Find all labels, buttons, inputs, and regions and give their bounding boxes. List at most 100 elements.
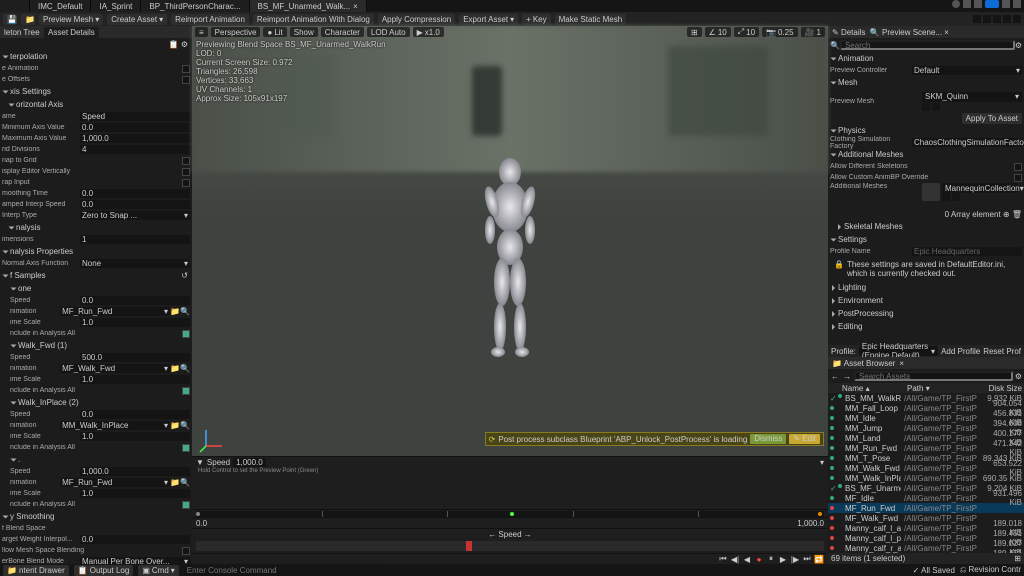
dim-input[interactable]: 1 (80, 235, 190, 244)
snap-check[interactable] (182, 157, 190, 165)
item3-anim[interactable]: MF_Run_Fwd▾ (60, 478, 170, 487)
reset-profile-button[interactable]: Reset Prof (983, 347, 1021, 356)
preview-mesh-button[interactable]: Preview Mesh ▾ (39, 14, 103, 25)
grid-snap[interactable]: ⊞ (687, 27, 702, 37)
back-button[interactable]: ← (830, 371, 840, 381)
item2-incl[interactable] (182, 444, 190, 452)
dismiss-button[interactable]: Dismiss (750, 434, 786, 444)
show-dropdown[interactable]: Show (290, 27, 318, 37)
item3-scale[interactable]: 1.0 (80, 489, 190, 498)
home-tab[interactable] (0, 0, 30, 12)
gear-icon[interactable]: ⚙ (1015, 41, 1022, 50)
key-button[interactable]: + Key (522, 14, 550, 25)
use-icon[interactable] (922, 103, 930, 111)
asset-search[interactable] (854, 371, 1013, 381)
allow-check[interactable] (182, 547, 190, 555)
item1-speed[interactable]: 500.0 (80, 353, 190, 362)
record-button[interactable]: ● (754, 554, 764, 564)
item1-anim[interactable]: MF_Walk_Fwd▾ (60, 364, 170, 373)
physics-mode-icon[interactable] (1013, 15, 1021, 23)
item3-incl[interactable] (182, 501, 190, 509)
skeleton-mode-icon[interactable] (973, 15, 981, 23)
preview-ctrl-dropdown[interactable]: Default▾ (912, 66, 1022, 75)
platforms-button[interactable] (985, 0, 999, 8)
settings-icon[interactable] (974, 0, 982, 8)
anim-mode-icon[interactable] (993, 15, 1001, 23)
blend-track[interactable] (196, 511, 824, 517)
cmd-input[interactable] (184, 566, 384, 575)
close-icon[interactable]: × (944, 28, 949, 37)
fwd-button[interactable]: → (842, 371, 852, 381)
user-icon[interactable] (952, 0, 960, 8)
close-icon[interactable]: × (899, 359, 904, 368)
close-icon[interactable]: × (353, 2, 358, 11)
static-mesh-button[interactable]: Make Static Mesh (555, 14, 627, 25)
asset-row[interactable]: MF_Idle/All/Game/TP_FirstP931.496 KiB (828, 493, 1024, 503)
allow-diff-check[interactable] (1014, 163, 1022, 171)
item0-speed[interactable]: 0.0 (80, 296, 190, 305)
item2-scale[interactable]: 1.0 (80, 432, 190, 441)
max-axis-input[interactable]: 1,000.0 (80, 134, 190, 143)
play-button[interactable]: ▶ (778, 554, 788, 564)
browse-icon[interactable]: 📁 (170, 364, 180, 373)
preview-mesh-dropdown[interactable]: SKM_Quinn▾ (922, 92, 1022, 102)
item3-speed[interactable]: 1,000.0 (80, 467, 190, 476)
maximize-icon[interactable] (1013, 0, 1021, 8)
use-icon[interactable]: 🔍 (180, 421, 190, 430)
use-anim-check[interactable] (182, 65, 190, 73)
browse-button[interactable]: 📁 (21, 14, 35, 25)
interpolation-section[interactable]: terpolation (10, 52, 47, 61)
nav-dropdown[interactable]: None▾ (80, 259, 190, 268)
add-profile-button[interactable]: Add Profile (941, 347, 980, 356)
tab-skeleton-tree[interactable]: leton Tree (4, 28, 40, 37)
character-dropdown[interactable]: Character (321, 27, 364, 37)
lod-dropdown[interactable]: LOD Auto (367, 27, 410, 37)
filter-icon[interactable]: ⚙ (1015, 372, 1022, 381)
asset-row[interactable]: MM_Walk_Fwd/All/Game/TP_FirstP653.522 Ki… (828, 463, 1024, 473)
angle-snap[interactable]: ∠ 10 (705, 27, 731, 37)
tab-bs[interactable]: BS_MF_Unarmed_Walk...× (250, 0, 367, 12)
create-asset-button[interactable]: Create Asset ▾ (107, 14, 167, 25)
grid-div-input[interactable]: 4 (80, 145, 190, 154)
damp-input[interactable]: 0.0 (80, 200, 190, 209)
col-path[interactable]: Path ▾ (907, 384, 982, 393)
use-icon[interactable]: 🔍 (180, 478, 190, 487)
col-size[interactable]: Disk Size (982, 384, 1022, 393)
allow-cust-check[interactable] (1014, 174, 1022, 182)
playhead[interactable] (466, 541, 472, 551)
edit-button[interactable]: ✎ Edit (789, 434, 820, 444)
content-drawer-button[interactable]: 📁 ntent Drawer (3, 565, 69, 576)
tab-ia[interactable]: IA_Sprint (91, 0, 141, 12)
add-mesh-dropdown[interactable]: MannequinCollection▾ (942, 183, 1018, 193)
cam-setting[interactable]: 🎥 1 (801, 27, 825, 37)
save-button[interactable]: 💾 (3, 14, 17, 25)
marketplace-icon[interactable] (963, 0, 971, 8)
cmd-dropdown[interactable]: ▣ Cmd ▾ (138, 565, 178, 576)
asset-row[interactable]: MM_Walk_InPlace/All/Game/TP_FirstP690.35… (828, 473, 1024, 483)
scale-snap[interactable]: ⤢ 10 (734, 27, 759, 37)
bone-dropdown[interactable]: Manual Per Bone Over...▾ (80, 557, 190, 564)
tab-preview-scene[interactable]: 🔍 Preview Scene... (870, 28, 942, 37)
profile-name-input[interactable]: Epic Headquarters (912, 247, 1022, 256)
export-button[interactable]: Export Asset ▾ (459, 14, 518, 25)
scrub-track[interactable] (196, 541, 824, 551)
details-search[interactable] (840, 40, 1015, 50)
use-icon[interactable] (942, 193, 950, 201)
filter-icon[interactable]: ▼ (196, 458, 204, 467)
item2-speed[interactable]: 0.0 (80, 410, 190, 419)
compress-button[interactable]: Apply Compression (378, 14, 455, 25)
play-back-button[interactable]: ◀ (742, 554, 752, 564)
lit-dropdown[interactable]: ● Lit (263, 27, 286, 37)
col-name[interactable]: Name ▴ (842, 384, 907, 393)
tab-details[interactable]: ✎ Details (832, 28, 865, 37)
viewport-menu[interactable]: ≡ (195, 27, 208, 37)
tab-asset-details[interactable]: Asset Details (44, 27, 99, 38)
use-offsets-check[interactable] (182, 76, 190, 84)
apply-to-asset-button[interactable]: Apply To Asset (962, 113, 1022, 124)
all-saved-label[interactable]: ✓ All Saved (913, 566, 955, 575)
loop-button[interactable]: 🔁 (814, 554, 824, 564)
gear-icon[interactable]: ⚙ (181, 40, 188, 48)
step-fwd-button[interactable]: |▶ (790, 554, 800, 564)
wrap-check[interactable] (182, 179, 190, 187)
reimport-dialog-button[interactable]: Reimport Animation With Dialog (253, 14, 374, 25)
